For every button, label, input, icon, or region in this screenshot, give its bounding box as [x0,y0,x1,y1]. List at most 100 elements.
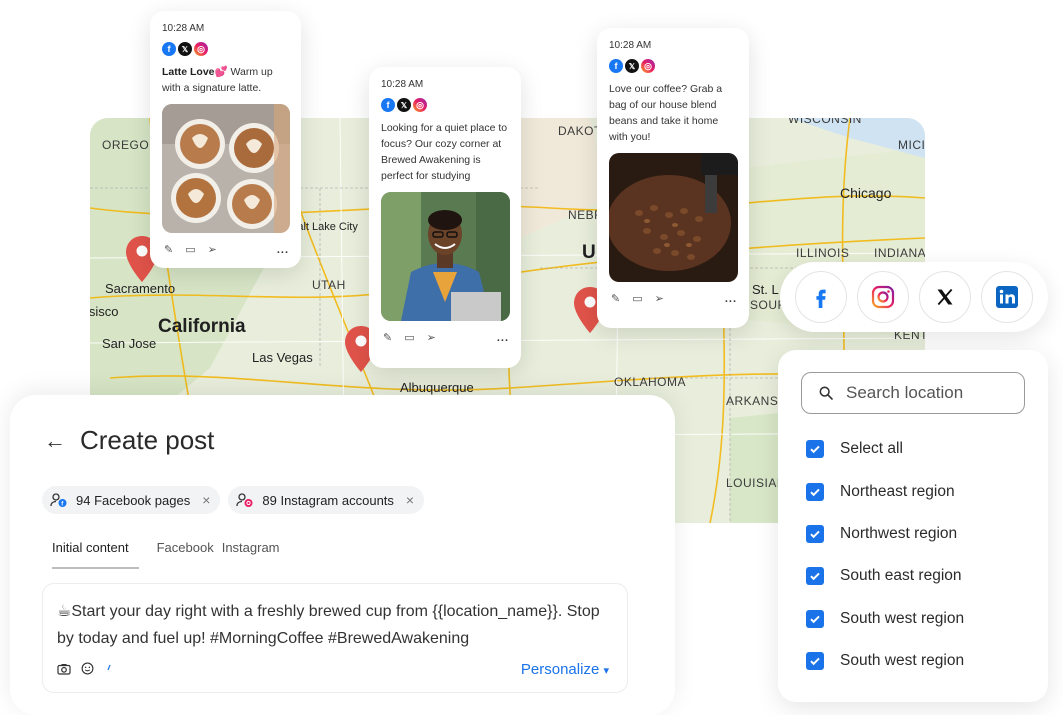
checkbox-checked[interactable] [806,609,824,628]
map-label-california: California [158,316,246,337]
facebook-pages-chip[interactable]: f 94 Facebook pages × [42,486,221,514]
instagram-icon: ◎ [413,98,427,112]
more-options-icon[interactable]: ... [497,332,509,344]
checkbox-checked[interactable] [806,482,824,501]
instagram-button[interactable] [857,271,909,323]
tab-facebook[interactable]: Facebook [157,540,214,569]
check-icon [810,530,820,539]
post-time: 10:28 AM [381,79,424,90]
checkbox-checked[interactable] [806,524,824,543]
editor-body: Start your day right with a freshly brew… [57,603,600,647]
checkbox-checked[interactable] [806,652,824,671]
location-label: South west region [840,652,965,670]
calendar-icon[interactable]: ▭ [632,292,642,305]
facebook-group-icon: f [50,493,67,508]
search-placeholder: Search location [846,383,964,402]
location-item-select-all[interactable]: Select all [801,428,1026,470]
instagram-group-icon [236,493,253,507]
check-icon [810,657,820,666]
location-item-northeast[interactable]: Northeast region [801,470,1026,512]
edit-icon[interactable]: ✎ [164,243,173,256]
map-label-united-states: U [582,242,596,263]
post-content-text[interactable]: ☕Start your day right with a freshly bre… [57,598,613,652]
camera-icon[interactable] [57,663,71,675]
post-networks: f 𝕏 ◎ [162,42,289,56]
more-options-icon[interactable]: ... [725,293,737,305]
social-network-selector [780,262,1048,332]
send-icon[interactable]: ➢ [655,292,664,305]
check-icon [810,615,820,623]
map-city-albuquerque: Albuquerque [400,380,474,395]
map-city-san-jose: San Jose [102,336,157,351]
ai-sparkle-icon[interactable] [104,664,114,674]
check-icon [810,573,820,581]
calendar-icon[interactable]: ▭ [185,243,195,256]
post-time: 10:28 AM [609,40,652,51]
facebook-icon: f [609,59,623,73]
x-icon: 𝕏 [178,42,192,56]
account-chips: f 94 Facebook pages × 89 Instagram accou… [42,486,641,514]
checkbox-checked[interactable] [806,567,824,586]
location-list: Select all Northeast region Northwest re… [801,428,1026,682]
location-label: Northeast region [840,482,955,500]
map-label-dakota: DAKOT [558,124,602,138]
x-button[interactable] [919,271,971,323]
personalize-label: Personalize [520,661,600,678]
post-card[interactable]: 10:28 AM f 𝕏 ◎ Love our coffee? Grab a b… [597,28,749,328]
post-time: 10:28 AM [162,23,205,34]
post-content-editor[interactable]: ☕Start your day right with a freshly bre… [42,583,628,693]
heart-emoji-icon: 💕 [214,66,228,78]
map-label-michigan: MICI [898,138,925,152]
close-icon[interactable]: × [202,492,210,508]
map-city-st-louis: St. L [752,282,779,297]
back-arrow-icon[interactable]: ← [44,428,66,454]
map-label-illinois: ILLINOIS [796,246,850,260]
man-with-laptop-image [381,192,510,321]
chevron-down-icon: ▾ [603,665,609,677]
edit-icon[interactable]: ✎ [383,331,392,344]
linkedin-button[interactable] [981,271,1033,323]
edit-icon[interactable]: ✎ [611,292,620,305]
search-location-input[interactable]: Search location [801,372,1025,414]
post-actions: ✎ ▭ ➢ ... [162,243,289,257]
instagram-accounts-chip[interactable]: 89 Instagram accounts × [228,486,425,514]
calendar-icon[interactable]: ▭ [404,331,414,344]
x-icon [937,288,953,306]
post-body: Looking for a quiet place to focus? Our … [381,122,508,182]
send-icon[interactable]: ➢ [427,331,436,344]
location-item-south-east[interactable]: South east region [801,555,1026,597]
page-title: Create post [80,425,215,455]
linkedin-icon [996,286,1018,308]
tab-initial-content[interactable]: Initial content [52,540,139,569]
close-icon[interactable]: × [406,492,414,508]
personalize-button[interactable]: Personalize ▾ [521,661,609,678]
more-options-icon[interactable]: ... [277,244,289,256]
checkbox-checked[interactable] [806,440,824,459]
map-city-las-vegas: Las Vegas [252,350,313,365]
post-card[interactable]: 10:28 AM f 𝕏 ◎ Looking for a quiet place… [369,67,521,368]
location-item-south-west[interactable]: South west region [801,598,1026,640]
send-icon[interactable]: ➢ [208,243,217,256]
post-body: Love our coffee? Grab a bag of our house… [609,83,723,143]
create-post-header: ← Create post [44,425,641,456]
facebook-button[interactable] [795,271,847,323]
map-city-san-francisco: isisco [90,304,119,319]
map-label-wisconsin: WISCONSIN [788,118,862,126]
location-item-south-west[interactable]: South west region [801,640,1026,682]
chip-label: 89 Instagram accounts [262,492,394,508]
map-label-utah: UTAH [312,278,346,292]
map-city-chicago: Chicago [840,185,892,201]
location-label: Northwest region [840,524,958,542]
instagram-icon: ◎ [194,42,208,56]
facebook-icon [816,289,826,308]
location-item-northwest[interactable]: Northwest region [801,513,1026,555]
emoji-icon[interactable] [81,662,94,675]
tab-instagram[interactable]: Instagram [222,540,280,569]
post-networks: f 𝕏 ◎ [609,59,737,73]
post-card[interactable]: 10:28 AM f 𝕏 ◎ Latte Love💕 Warm up with … [150,11,301,268]
post-text: Latte Love💕 Warm up with a signature lat… [162,64,289,96]
location-label: South west region [840,609,965,627]
create-post-panel: ← Create post f 94 Facebook pages × 89 I… [10,395,675,715]
coffee-emoji-icon: ☕ [57,603,72,620]
chip-label: 94 Facebook pages [76,492,191,508]
